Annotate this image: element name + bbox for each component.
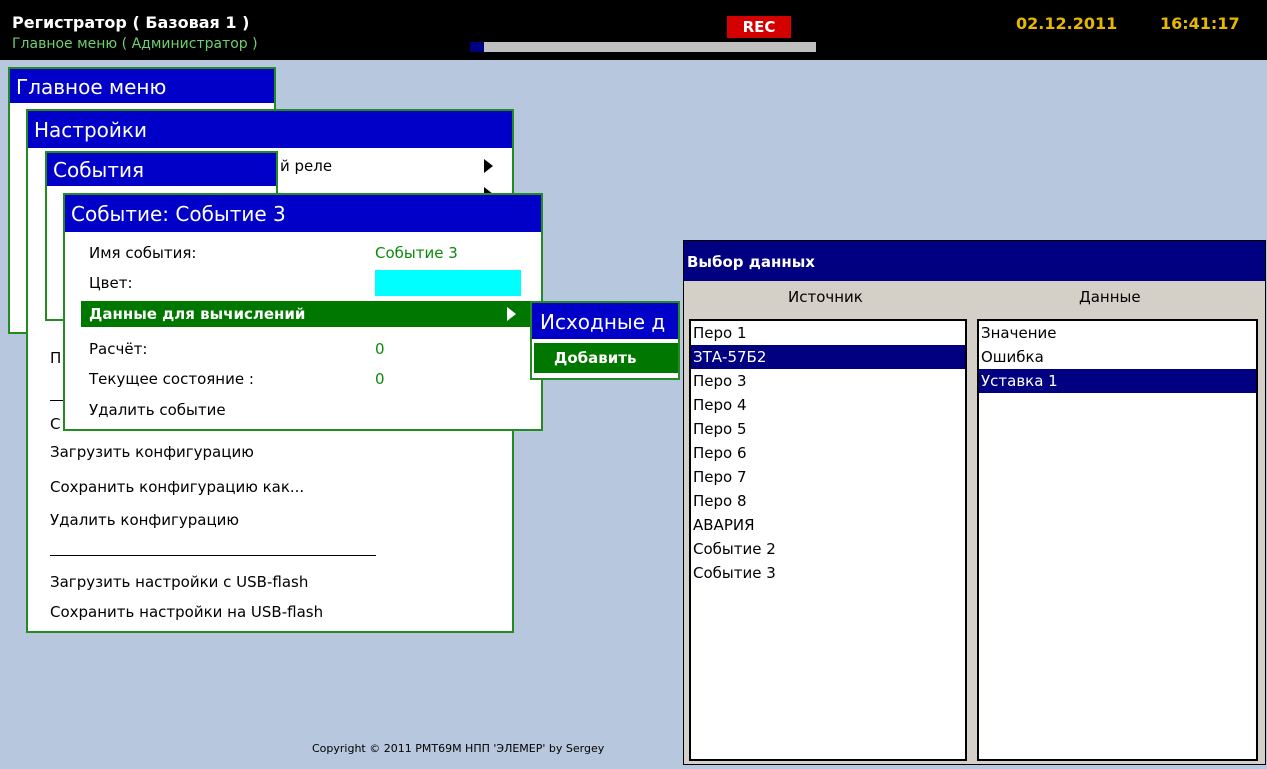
calculation-row[interactable]: Расчёт: 0 [89,336,533,362]
delete-event-label: Удалить событие [89,401,226,419]
events-menu-title: События [47,153,276,186]
source-list-item[interactable]: Событие 3 [691,561,965,585]
source-list-item[interactable]: Перо 6 [691,441,965,465]
source-list-item[interactable]: Перо 8 [691,489,965,513]
app-title: Регистратор ( Базовая 1 ) [12,13,250,32]
source-data-title: Исходные д [532,303,678,339]
menu-item-partial-s[interactable]: С [50,415,60,433]
state-row[interactable]: Текущее состояние : 0 [89,366,533,392]
copyright-text: Copyright © 2011 РМТ69М НПП 'ЭЛЕМЕР' by … [312,742,605,755]
menu-item-partial-p[interactable]: П [50,349,61,367]
event-name-row[interactable]: Имя события: Событие 3 [89,240,533,266]
source-list-item[interactable]: Событие 2 [691,537,965,561]
data-list-item[interactable]: Значение [979,321,1256,345]
submenu-arrow-icon [507,307,516,321]
source-list-item[interactable]: Перо 4 [691,393,965,417]
time-display: 16:41:17 [1160,14,1240,33]
source-column-header: Источник [788,288,863,306]
source-data-popup: Исходные д Добавить [530,301,680,380]
menu-item-relay[interactable]: й реле [280,157,332,175]
date-display: 02.12.2011 [1016,14,1118,33]
status-bar: Регистратор ( Базовая 1 ) Главное меню (… [0,0,1267,60]
data-list-item[interactable]: Ошибка [979,345,1256,369]
add-button[interactable]: Добавить [534,343,678,373]
menu-separator [50,555,376,556]
main-menu-title: Главное меню [10,69,274,103]
calc-data-label: Данные для вычислений [89,305,306,323]
menu-item-load-usb[interactable]: Загрузить настройки с USB-flash [50,573,308,591]
progress-bar [470,42,816,52]
rec-indicator: REC [727,16,791,38]
event-color-label: Цвет: [89,274,133,292]
delete-event-row[interactable]: Удалить событие [89,397,533,423]
menu-item-save-usb[interactable]: Сохранить настройки на USB-flash [50,603,323,621]
event-name-label: Имя события: [89,244,197,262]
data-list-item[interactable]: Уставка 1 [979,369,1256,393]
event-window: Событие: Событие 3 Имя события: Событие … [63,193,543,431]
source-listbox[interactable]: Перо 1 ЗТА-57Б2 Перо 3 Перо 4 Перо 5 Перо 6 Пе… [689,319,967,761]
event-name-value: Событие 3 [375,244,458,262]
state-label: Текущее состояние : [89,370,254,388]
data-listbox[interactable]: Значение Ошибка Уставка 1 [977,319,1258,761]
source-list-item[interactable]: Перо 1 [691,321,965,345]
dialog-title: Выбор данных [684,241,1265,281]
event-window-title: Событие: Событие 3 [65,195,541,232]
source-list-item[interactable]: АВАРИЯ [691,513,965,537]
calculation-value: 0 [375,340,385,358]
breadcrumb: Главное меню ( Администратор ) [12,36,258,52]
source-list-item[interactable]: Перо 5 [691,417,965,441]
data-selection-dialog: Выбор данных Источник Данные Перо 1 ЗТА-5… [683,240,1266,765]
menu-item-save-config-as[interactable]: Сохранить конфигурацию как... [50,478,304,496]
event-color-row[interactable]: Цвет: [89,270,533,296]
calculation-label: Расчёт: [89,340,148,358]
calc-data-row[interactable]: Данные для вычислений [81,301,533,327]
menu-item-load-config[interactable]: Загрузить конфигурацию [50,443,254,461]
data-column-header: Данные [1079,288,1141,306]
state-value: 0 [375,370,385,388]
color-swatch[interactable] [375,270,521,296]
menu-item-delete-config[interactable]: Удалить конфигурацию [50,511,239,529]
settings-menu-title: Настройки [28,111,512,148]
submenu-arrow-icon [484,159,493,173]
source-list-item[interactable]: Перо 3 [691,369,965,393]
source-list-item[interactable]: Перо 7 [691,465,965,489]
source-list-item[interactable]: ЗТА-57Б2 [691,345,965,369]
progress-fill [470,42,484,52]
